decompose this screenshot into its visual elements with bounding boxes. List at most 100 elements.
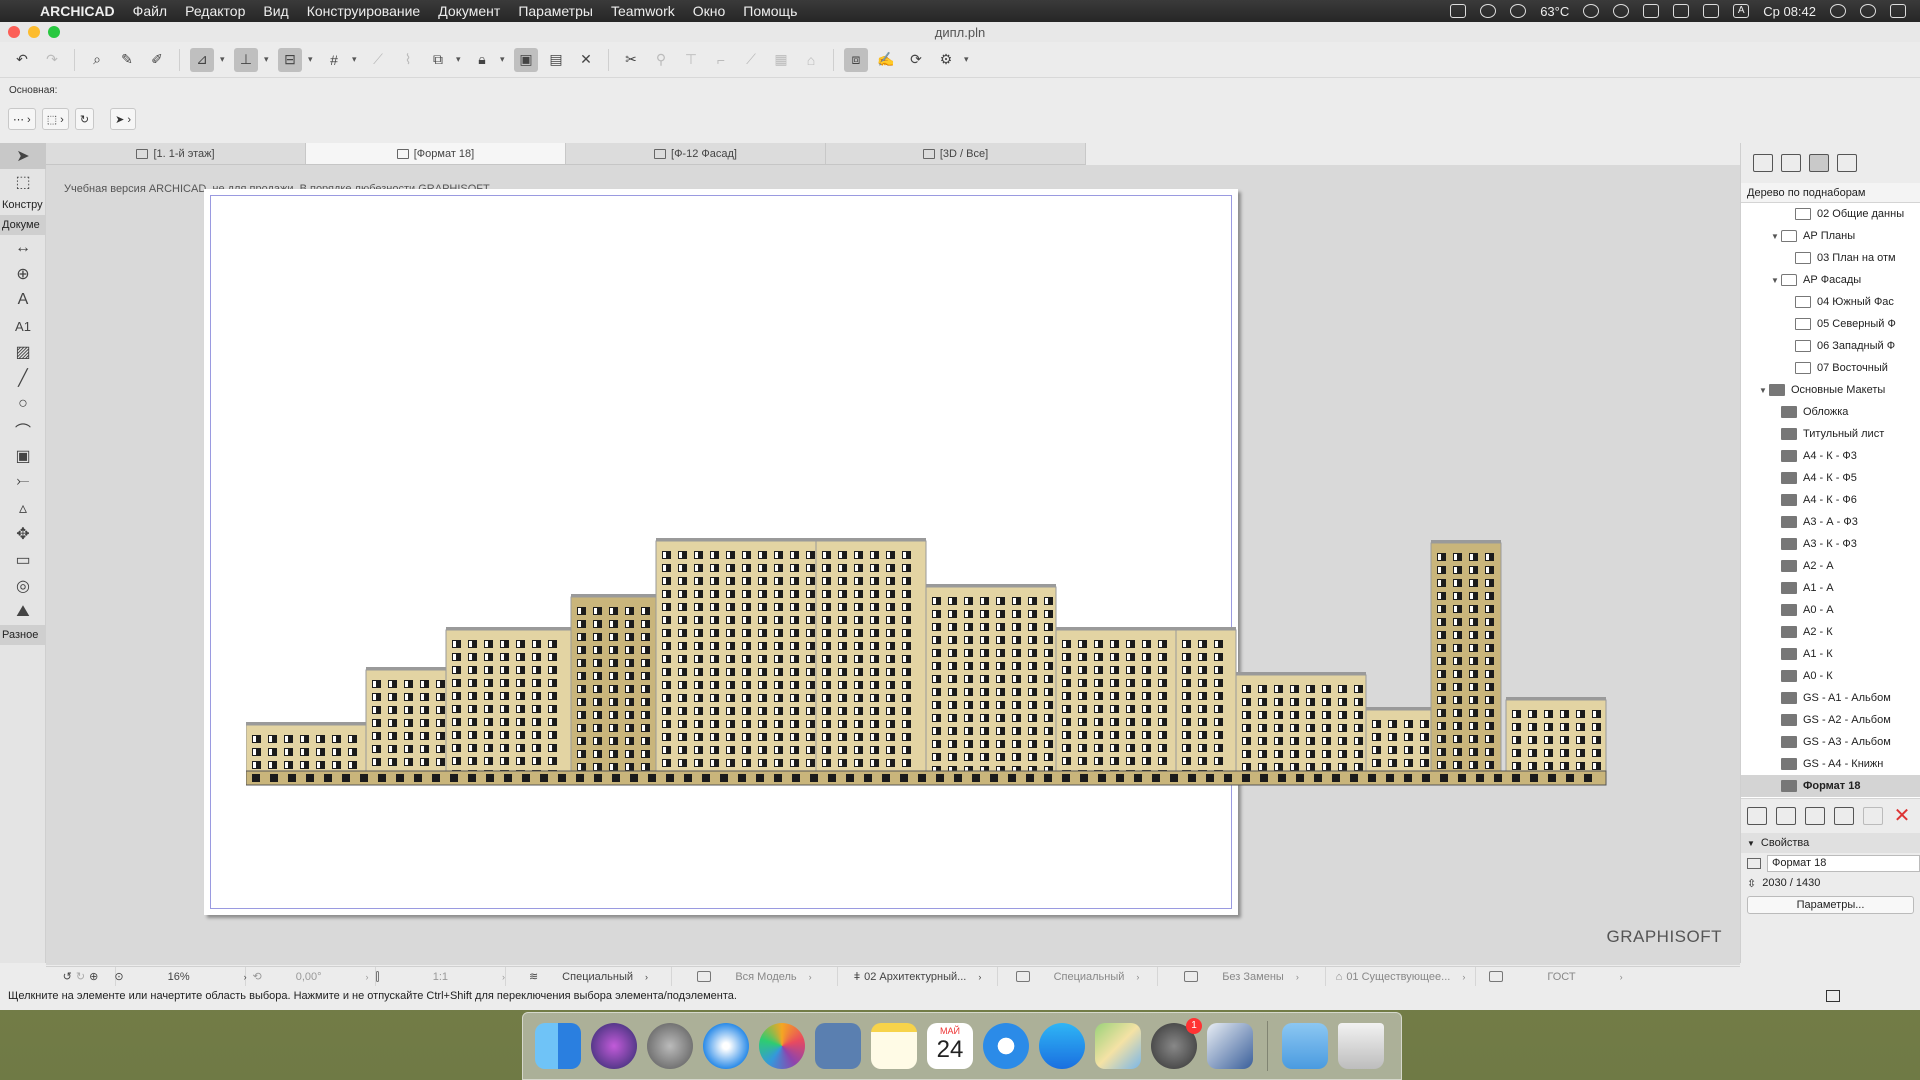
layout-book-icon[interactable] xyxy=(1809,154,1829,172)
layer-filter-button[interactable]: ⋯ › xyxy=(8,108,36,130)
archicad-icon[interactable] xyxy=(1207,1023,1253,1069)
tree-item[interactable]: А1 - А xyxy=(1741,577,1920,599)
lock-icon[interactable]: 🔒︎ xyxy=(470,48,494,72)
window-icon[interactable] xyxy=(1826,990,1840,1002)
temp-monitor-icon[interactable] xyxy=(1510,4,1527,18)
parameters-button[interactable]: Параметры... xyxy=(1747,896,1914,914)
chevron-down-icon[interactable]: ▾ xyxy=(308,54,316,65)
input-source-icon[interactable]: A xyxy=(1733,4,1750,18)
pen-set-select[interactable]: ǂ 02 Архитектурный... › xyxy=(838,966,998,987)
group-icon[interactable]: ⧉ xyxy=(426,48,450,72)
pen-icon[interactable]: ✍ xyxy=(874,48,898,72)
menu-teamwork[interactable]: Teamwork xyxy=(611,3,675,19)
label-tool-icon[interactable]: A1 xyxy=(0,313,46,339)
chevron-down-icon[interactable]: ▾ xyxy=(264,54,272,65)
chevron-down-icon[interactable]: ▾ xyxy=(964,54,972,65)
roof-icon[interactable]: ⌂ xyxy=(799,48,823,72)
menu-window[interactable]: Окно xyxy=(693,3,726,19)
tree-item[interactable]: Титульный лист xyxy=(1741,423,1920,445)
toolbox-category-document[interactable]: Докуме xyxy=(0,215,45,235)
menu-options[interactable]: Параметры xyxy=(518,3,593,19)
model-view-select[interactable]: Вся Модель › xyxy=(672,966,838,987)
tab-layout-format-18[interactable]: [Формат 18] xyxy=(306,143,566,164)
adjust-icon[interactable]: ⚲ xyxy=(649,48,673,72)
guide-lines-icon[interactable]: ⊿ xyxy=(190,47,214,72)
layers-icon[interactable]: ▤ xyxy=(544,48,568,72)
view-map-icon[interactable] xyxy=(1781,154,1801,172)
menu-document[interactable]: Документ xyxy=(438,3,500,19)
system-preferences-icon[interactable]: 1 xyxy=(1151,1018,1202,1069)
clone-folder-icon[interactable] xyxy=(1834,807,1854,825)
new-subset-icon[interactable] xyxy=(1805,807,1825,825)
tray-app-icon[interactable] xyxy=(1450,4,1467,18)
temperature-readout[interactable]: 63°C xyxy=(1540,4,1569,19)
section-tool-icon[interactable]: ⤚ xyxy=(0,469,46,495)
tree-item[interactable]: 02 Общие данны xyxy=(1741,203,1920,225)
fillet-icon[interactable]: ⟋ xyxy=(739,48,763,72)
update-icon[interactable] xyxy=(1863,807,1883,825)
menu-design[interactable]: Конструирование xyxy=(307,3,421,19)
navigator-mode-select[interactable]: Дерево по поднаборам xyxy=(1741,183,1920,203)
fill-tool-icon[interactable]: ▨ xyxy=(0,339,46,365)
teamwork-icon[interactable]: ⚙ xyxy=(934,48,958,72)
tree-item[interactable]: А2 - К xyxy=(1741,621,1920,643)
dimension-tool-icon[interactable]: ↔ xyxy=(0,235,46,261)
tab-3d[interactable]: [3D / Все] xyxy=(826,143,1086,164)
figure-tool-icon[interactable]: ⛰ xyxy=(0,599,46,625)
app-menu[interactable]: ARCHICAD xyxy=(40,3,115,19)
siri-icon[interactable] xyxy=(591,1023,637,1069)
graphic-override-select[interactable]: Без Замены › xyxy=(1158,966,1326,987)
tree-item[interactable]: 03 План на отм xyxy=(1741,247,1920,269)
tree-item[interactable]: ▼ АР Фасады xyxy=(1741,269,1920,291)
rotation-angle-select[interactable]: ⟲ 0,00° › xyxy=(246,966,376,987)
selection-method-button[interactable]: ⬚ › xyxy=(41,108,69,130)
photos-icon[interactable] xyxy=(759,1023,805,1069)
airplay-icon[interactable] xyxy=(1643,4,1660,18)
scissors-icon[interactable]: ✂ xyxy=(619,48,643,72)
tree-item[interactable]: Формат 18 xyxy=(1741,775,1920,797)
spotlight-search-icon[interactable] xyxy=(1830,4,1846,18)
syringe-icon[interactable]: ✐ xyxy=(145,48,169,72)
toolbox-category-misc[interactable]: Разное xyxy=(0,625,45,645)
drawing-tool-icon[interactable]: ▣ xyxy=(0,443,46,469)
measure-icon[interactable]: ⌇ xyxy=(396,48,420,72)
publisher-sets-icon[interactable] xyxy=(1837,154,1857,172)
tab-floor-1[interactable]: [1. 1-й этаж] xyxy=(46,143,306,164)
eject-icon[interactable] xyxy=(1673,4,1690,18)
tree-item[interactable]: А3 - К - Ф3 xyxy=(1741,533,1920,555)
tree-item[interactable]: 04 Южный Фас xyxy=(1741,291,1920,313)
user-avatar-icon[interactable] xyxy=(1860,4,1876,18)
time-machine-icon[interactable] xyxy=(1583,4,1600,18)
trace-icon[interactable]: ⟋ xyxy=(366,48,390,72)
renovation-filter-select[interactable]: ⌂ 01 Существующее... › xyxy=(1326,966,1476,987)
zoom-back-icon[interactable]: ↺ xyxy=(63,970,72,983)
new-layout-icon[interactable] xyxy=(1747,807,1767,825)
scale-select[interactable]: 1:1 › xyxy=(376,966,506,987)
tree-item[interactable]: А1 - К xyxy=(1741,643,1920,665)
gravity-icon[interactable]: ⊟ xyxy=(278,47,302,72)
zoom-in-icon[interactable]: ⊕ xyxy=(89,970,98,983)
menu-view[interactable]: Вид xyxy=(263,3,288,19)
chevron-down-icon[interactable]: ▾ xyxy=(456,54,464,65)
maps-icon[interactable] xyxy=(1095,1023,1141,1069)
rotate-icon[interactable]: ↻ xyxy=(74,108,95,130)
dimension-standard-select[interactable]: ГОСТ › xyxy=(1476,967,1636,987)
creative-cloud-icon[interactable] xyxy=(1480,4,1497,18)
undo-icon[interactable]: ↶ xyxy=(10,48,34,72)
publish-icon[interactable]: ⟳ xyxy=(904,48,928,72)
delete-icon[interactable]: ✕ xyxy=(1892,806,1912,826)
level-dimension-tool-icon[interactable]: ⊕ xyxy=(0,261,46,287)
offset-icon[interactable]: ⌐ xyxy=(709,48,733,72)
polyline-tool-icon[interactable]: ⌒ xyxy=(0,417,46,443)
layer-combo-select[interactable]: ≋ Специальный › xyxy=(506,966,672,987)
chevron-down-icon[interactable]: ▾ xyxy=(352,54,360,65)
tab-elevation-f12[interactable]: [Ф-12 Фасад] xyxy=(566,143,826,164)
downloads-folder-icon[interactable] xyxy=(1282,1023,1328,1069)
tree-item[interactable]: 06 Западный Ф xyxy=(1741,335,1920,357)
menu-file[interactable]: Файл xyxy=(133,3,167,19)
disclosure-triangle-icon[interactable]: ▼ xyxy=(1759,386,1769,395)
finder-icon[interactable] xyxy=(535,1023,581,1069)
tree-item[interactable]: А4 - К - Ф5 xyxy=(1741,467,1920,489)
tree-item[interactable]: Обложка xyxy=(1741,401,1920,423)
project-map-icon[interactable] xyxy=(1753,154,1773,172)
